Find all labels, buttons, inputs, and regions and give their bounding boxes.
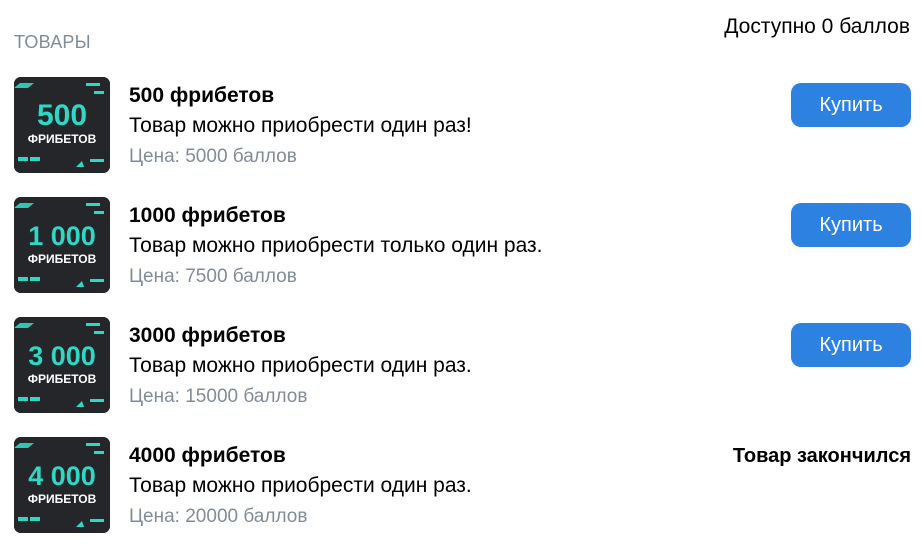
thumb-word: ФРИБЕТОВ [28, 372, 97, 386]
thumb-number: 1 000 [28, 221, 96, 251]
freebet-badge-image: 1 000 ФРИБЕТОВ [14, 197, 110, 293]
product-name: 4000 фрибетов [129, 444, 286, 467]
product-price: Цена: 15000 баллов [129, 386, 308, 407]
product-thumbnail: 3 000 ФРИБЕТОВ [14, 317, 110, 413]
product-name: 1000 фрибетов [129, 204, 286, 227]
product-name: 500 фрибетов [129, 84, 275, 107]
product-description: Товар можно приобрести один раз. [129, 474, 472, 497]
thumb-number: 4 000 [28, 461, 96, 491]
sold-out-label: Товар закончился [732, 445, 911, 467]
product-description: Товар можно приобрести только один раз. [129, 234, 543, 257]
thumb-word: ФРИБЕТОВ [28, 132, 97, 146]
product-price: Цена: 20000 баллов [129, 506, 308, 527]
thumb-word: ФРИБЕТОВ [28, 252, 97, 266]
thumb-number: 500 [37, 99, 87, 132]
buy-button[interactable]: Купить [791, 323, 911, 367]
product-name: 3000 фрибетов [129, 324, 286, 347]
product-thumbnail: 1 000 ФРИБЕТОВ [14, 197, 110, 293]
product-item: 1 000 ФРИБЕТОВ 1000 фрибетов Товар можно… [14, 197, 911, 293]
product-description: Товар можно приобрести один раз! [129, 114, 472, 137]
product-thumbnail: 4 000 ФРИБЕТОВ [14, 437, 110, 533]
buy-button[interactable]: Купить [791, 203, 911, 247]
product-price: Цена: 5000 баллов [129, 146, 297, 167]
product-price: Цена: 7500 баллов [129, 266, 297, 287]
product-item: 500 ФРИБЕТОВ 500 фрибетов Товар можно пр… [14, 77, 911, 173]
section-title: ТОВАРЫ [14, 32, 91, 52]
balance-text: Доступно 0 баллов [724, 15, 910, 38]
thumb-word: ФРИБЕТОВ [28, 492, 97, 506]
product-item: 3 000 ФРИБЕТОВ 3000 фрибетов Товар можно… [14, 317, 911, 413]
freebet-badge-image: 4 000 ФРИБЕТОВ [14, 437, 110, 533]
product-item: 4 000 ФРИБЕТОВ 4000 фрибетов Товар можно… [14, 437, 911, 533]
thumb-number: 3 000 [28, 341, 96, 371]
freebet-badge-image: 500 ФРИБЕТОВ [14, 77, 110, 173]
buy-button[interactable]: Купить [791, 83, 911, 127]
freebet-badge-image: 3 000 ФРИБЕТОВ [14, 317, 110, 413]
product-thumbnail: 500 ФРИБЕТОВ [14, 77, 110, 173]
product-description: Товар можно приобрести один раз. [129, 354, 472, 377]
